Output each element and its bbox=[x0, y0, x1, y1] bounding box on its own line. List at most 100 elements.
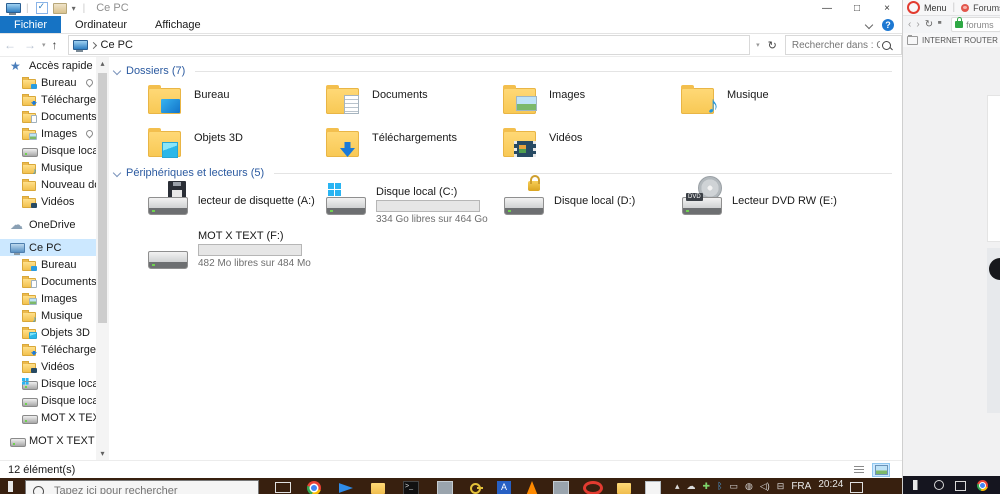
cortana-icon[interactable] bbox=[934, 480, 944, 490]
action-center-icon[interactable] bbox=[850, 482, 864, 493]
vlc-icon[interactable] bbox=[526, 481, 538, 494]
sidebar-item-videos[interactable]: Vidéos bbox=[0, 193, 96, 210]
expand-ribbon-chevron-icon[interactable] bbox=[864, 20, 874, 29]
sidebar-item-mot-x-text-pc[interactable]: MOT X TEXT (F:) bbox=[0, 409, 96, 426]
sidebar-item-nouveau-dossier[interactable]: Nouveau dossier bbox=[0, 176, 96, 193]
collapse-group-chevron-icon[interactable] bbox=[112, 66, 122, 76]
up-button-icon[interactable]: ↑ bbox=[52, 38, 58, 52]
close-button[interactable]: × bbox=[872, 0, 902, 16]
folder-tile-images[interactable]: Images bbox=[503, 83, 677, 123]
folder-tile-videos[interactable]: Vidéos bbox=[503, 126, 677, 166]
sidebar-item-documents-pc[interactable]: Documents bbox=[0, 273, 96, 290]
bookmark-internet-router[interactable]: INTERNET ROUTER bbox=[922, 36, 998, 45]
details-view-button[interactable] bbox=[850, 463, 868, 477]
help-icon[interactable]: ? bbox=[882, 18, 894, 31]
sidebar-item-images-pc[interactable]: Images bbox=[0, 290, 96, 307]
language-indicator[interactable]: FRA bbox=[791, 481, 811, 492]
scroll-up-icon[interactable]: ▴ bbox=[96, 57, 109, 70]
taskbar-search-box[interactable] bbox=[25, 480, 259, 494]
browser-reload-icon[interactable]: ↻ bbox=[925, 19, 933, 30]
browser-url[interactable]: forums bbox=[966, 20, 994, 30]
address-dropdown-chevron-icon[interactable]: ▾ bbox=[756, 41, 760, 49]
sidebar-scrollbar[interactable]: ▴ ▾ bbox=[96, 57, 109, 460]
command-prompt-icon[interactable] bbox=[403, 481, 419, 494]
browser-tab-title[interactable]: Forums - Le Crabe In bbox=[973, 3, 1000, 13]
sidebar-item-disque-d-pc[interactable]: Disque local (D:) bbox=[0, 392, 96, 409]
forward-button-icon[interactable]: → bbox=[24, 38, 36, 52]
tab-fichier[interactable]: Fichier bbox=[0, 16, 62, 33]
tab-ordinateur[interactable]: Ordinateur bbox=[61, 16, 141, 33]
task-view-icon[interactable] bbox=[275, 482, 291, 493]
clock[interactable]: 20:24 bbox=[818, 479, 843, 490]
taskbar-search-input[interactable] bbox=[52, 484, 236, 494]
start-button-windows-icon[interactable] bbox=[913, 480, 918, 490]
word-app-icon[interactable] bbox=[497, 481, 511, 494]
speed-dial-icon[interactable] bbox=[938, 20, 942, 24]
sidebar-item-telechargements-pc[interactable]: Téléchargements bbox=[0, 341, 96, 358]
folder-icon[interactable] bbox=[617, 483, 631, 494]
drive-tile-disque-d[interactable]: Disque local (D:) bbox=[504, 175, 678, 225]
browser-forward-icon[interactable]: › bbox=[916, 19, 919, 30]
chrome-icon[interactable] bbox=[977, 480, 988, 491]
collapse-group-chevron-icon[interactable] bbox=[112, 168, 122, 178]
folder-tile-bureau[interactable]: Bureau bbox=[148, 83, 322, 123]
sidebar-item-onedrive[interactable]: ☁ OneDrive bbox=[0, 216, 96, 233]
address-bar[interactable]: Ce PC bbox=[67, 35, 751, 55]
security-tray-icon[interactable]: ✚ bbox=[703, 482, 711, 491]
app-window-icon[interactable] bbox=[437, 481, 453, 494]
onedrive-tray-icon[interactable]: ☁ bbox=[687, 482, 696, 491]
breadcrumb[interactable]: Ce PC bbox=[101, 39, 133, 51]
drive-tile-disque-c[interactable]: Disque local (C:) 334 Go libres sur 464 … bbox=[326, 183, 500, 225]
search-box[interactable] bbox=[784, 35, 902, 55]
drive-tile-mot-x-text-f[interactable]: MOT X TEXT (F:) 482 Mo libres sur 484 Mo bbox=[148, 229, 322, 269]
file-explorer-icon[interactable] bbox=[371, 483, 385, 494]
usb-tray-icon[interactable]: ⊟ bbox=[777, 482, 785, 491]
maximize-button[interactable]: □ bbox=[842, 0, 872, 16]
start-button-windows-icon[interactable] bbox=[8, 481, 14, 492]
network-icon[interactable]: ◍ bbox=[745, 482, 753, 491]
group-header-dossiers[interactable]: Dossiers (7) bbox=[112, 65, 892, 77]
recent-locations-chevron-icon[interactable]: ▾ bbox=[42, 41, 46, 49]
opera-icon[interactable] bbox=[583, 481, 603, 494]
search-input[interactable] bbox=[789, 38, 882, 52]
customize-qat-chevron-icon[interactable]: ▾ bbox=[72, 4, 76, 13]
minimize-button[interactable]: — bbox=[812, 0, 842, 16]
drive-tile-floppy-a[interactable]: lecteur de disquette (A:) bbox=[148, 181, 322, 225]
sidebar-item-mot-x-text-root[interactable]: MOT X TEXT (F:) bbox=[0, 432, 96, 449]
sidebar-item-acces-rapide[interactable]: ★ Accès rapide bbox=[0, 57, 96, 74]
sidebar-item-ce-pc[interactable]: Ce PC bbox=[0, 239, 96, 256]
bluetooth-icon[interactable]: ᛒ bbox=[717, 482, 722, 491]
sidebar-item-telechargements[interactable]: Téléchargements bbox=[0, 91, 96, 108]
folder-tile-objets-3d[interactable]: Objets 3D bbox=[148, 126, 322, 166]
large-icons-view-button[interactable] bbox=[872, 463, 890, 477]
scroll-down-icon[interactable]: ▾ bbox=[96, 447, 109, 460]
folder-tile-musique[interactable]: ♪ Musique bbox=[681, 83, 855, 123]
back-button-icon[interactable]: ← bbox=[4, 38, 16, 52]
sidebar-item-objets-3d[interactable]: Objets 3D bbox=[0, 324, 96, 341]
sidebar-item-musique[interactable]: ♪ Musique bbox=[0, 159, 96, 176]
tab-affichage[interactable]: Affichage bbox=[141, 16, 215, 33]
drive-tile-dvd-e[interactable]: DVD Lecteur DVD RW (E:) bbox=[682, 176, 856, 225]
opera-menu-label[interactable]: Menu bbox=[924, 3, 947, 13]
sidebar-item-documents[interactable]: Documents bbox=[0, 108, 96, 125]
group-header-peripheriques[interactable]: Périphériques et lecteurs (5) bbox=[112, 167, 892, 179]
breadcrumb-chevron-icon[interactable] bbox=[89, 41, 97, 49]
sidebar-item-disque-c[interactable]: Disque local (C:) bbox=[0, 375, 96, 392]
chrome-icon[interactable] bbox=[307, 481, 321, 494]
task-view-icon[interactable] bbox=[955, 481, 966, 491]
browser-back-icon[interactable]: ‹ bbox=[908, 19, 911, 30]
new-folder-button-icon[interactable] bbox=[52, 2, 67, 14]
sidebar-item-bureau-pc[interactable]: Bureau bbox=[0, 256, 96, 273]
edge-icon[interactable] bbox=[339, 483, 353, 493]
sidebar-item-images[interactable]: Images bbox=[0, 125, 96, 142]
sidebar-item-bureau[interactable]: Bureau bbox=[0, 74, 96, 91]
key-utility-icon[interactable] bbox=[469, 481, 483, 494]
properties-button-icon[interactable] bbox=[35, 1, 48, 14]
refresh-icon[interactable]: ↻ bbox=[768, 39, 777, 52]
app-window-icon[interactable] bbox=[553, 481, 569, 494]
opera-menu-icon[interactable] bbox=[907, 1, 920, 14]
sidebar-item-videos-pc[interactable]: Vidéos bbox=[0, 358, 96, 375]
folder-tile-documents[interactable]: Documents bbox=[326, 83, 500, 123]
notepad-icon[interactable] bbox=[645, 481, 661, 494]
display-tray-icon[interactable]: ▭ bbox=[729, 482, 738, 491]
